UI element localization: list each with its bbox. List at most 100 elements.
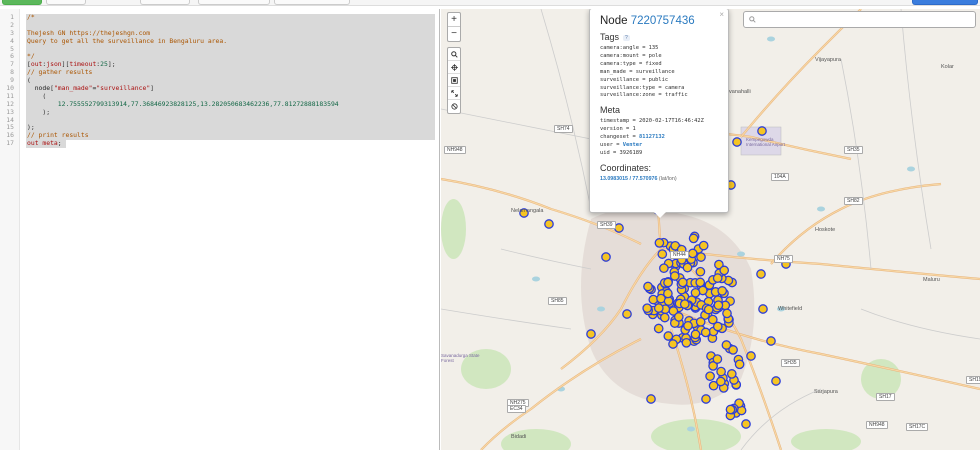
surveillance-marker[interactable]: [690, 287, 701, 298]
wizard-button[interactable]: [198, 0, 270, 5]
surveillance-marker[interactable]: [732, 137, 742, 147]
code-area[interactable]: 1/* 2 3 Thejesh GN https://thejeshgn.com 4 Qu…: [0, 13, 440, 149]
clear-data-button[interactable]: [448, 100, 460, 113]
surveillance-marker[interactable]: [687, 248, 698, 259]
surveillance-marker[interactable]: [771, 376, 781, 386]
surveillance-marker[interactable]: [690, 329, 701, 340]
node-id-link[interactable]: 7220757436: [631, 15, 695, 27]
meta-value[interactable]: Venter: [623, 142, 642, 148]
surveillance-marker[interactable]: [757, 126, 767, 136]
code-line[interactable]: 13 );: [0, 108, 440, 117]
map-search-box[interactable]: [743, 11, 976, 28]
surveillance-marker[interactable]: [654, 238, 665, 248]
major-road: [740, 9, 862, 138]
surveillance-marker[interactable]: [713, 300, 724, 311]
surveillance-marker[interactable]: [716, 366, 726, 377]
surveillance-marker[interactable]: [701, 394, 711, 404]
surveillance-marker[interactable]: [679, 299, 690, 309]
surveillance-marker[interactable]: [659, 263, 669, 274]
surveillance-marker[interactable]: [601, 252, 611, 262]
surveillance-marker[interactable]: [700, 327, 711, 338]
fit-bounds-button[interactable]: [448, 74, 460, 87]
code-line[interactable]: 5: [0, 45, 440, 54]
surveillance-marker[interactable]: [653, 323, 664, 334]
surveillance-marker[interactable]: [663, 331, 674, 341]
surveillance-marker[interactable]: [734, 359, 745, 370]
road-shield: SH17: [876, 393, 895, 401]
surveillance-marker[interactable]: [683, 320, 693, 331]
code-line[interactable]: 1/*: [0, 13, 440, 22]
surveillance-marker[interactable]: [673, 312, 684, 322]
minor-road: [441, 308, 572, 330]
surveillance-marker[interactable]: [695, 317, 706, 327]
surveillance-marker[interactable]: [722, 308, 732, 319]
surveillance-marker[interactable]: [712, 321, 723, 332]
surveillance-marker[interactable]: [741, 419, 751, 429]
surveillance-marker[interactable]: [721, 340, 732, 350]
surveillance-marker[interactable]: [622, 309, 632, 319]
code-line[interactable]: 10 node["man_made"="surveillance"]: [0, 84, 440, 93]
surveillance-marker[interactable]: [712, 354, 723, 364]
tags-help-badge[interactable]: ?: [623, 34, 630, 41]
surveillance-marker[interactable]: [663, 288, 673, 299]
surveillance-marker[interactable]: [695, 266, 706, 277]
fullscreen-button[interactable]: [448, 87, 460, 100]
surveillance-marker[interactable]: [677, 277, 688, 288]
query-editor[interactable]: 1/* 2 3 Thejesh GN https://thejeshgn.com 4 Qu…: [0, 9, 440, 450]
lake: [532, 276, 540, 282]
surveillance-marker[interactable]: [719, 265, 730, 276]
surveillance-marker[interactable]: [703, 304, 714, 315]
surveillance-marker[interactable]: [705, 371, 715, 382]
zoom-out-button[interactable]: −: [448, 27, 460, 41]
code-line[interactable]: 8// gather results: [0, 68, 440, 78]
surveillance-marker[interactable]: [586, 329, 596, 339]
surveillance-marker[interactable]: [696, 252, 706, 262]
surveillance-marker[interactable]: [643, 281, 653, 292]
surveillance-marker[interactable]: [726, 369, 737, 379]
surveillance-marker[interactable]: [646, 394, 656, 404]
export-button[interactable]: [140, 0, 190, 5]
map-view[interactable]: + − Vijayapura Devanahalli Kempegowda Inte…: [441, 9, 980, 450]
code-line[interactable]: 4 Query to get all the surveillance in Be…: [0, 37, 440, 46]
surveillance-marker[interactable]: [642, 303, 653, 314]
surveillance-marker[interactable]: [653, 303, 664, 313]
settings-button[interactable]: [912, 0, 978, 5]
search-tool-button[interactable]: [448, 48, 460, 61]
surveillance-marker[interactable]: [659, 312, 670, 323]
surveillance-marker[interactable]: [688, 233, 699, 244]
code-line[interactable]: 14: [0, 116, 440, 125]
surveillance-marker[interactable]: [717, 286, 728, 296]
code-token: // print results: [27, 131, 89, 140]
surveillance-marker[interactable]: [712, 273, 723, 283]
zoom-in-button[interactable]: +: [448, 13, 460, 27]
code-line[interactable]: 12 12.755552799313914,77.36846923828125,…: [0, 100, 440, 109]
surveillance-marker[interactable]: [682, 262, 693, 273]
surveillance-marker[interactable]: [766, 336, 776, 346]
close-icon[interactable]: ×: [719, 10, 724, 19]
surveillance-marker[interactable]: [681, 337, 692, 348]
surveillance-marker[interactable]: [698, 240, 709, 251]
surveillance-marker[interactable]: [725, 404, 736, 415]
surveillance-marker[interactable]: [695, 277, 706, 288]
surveillance-marker[interactable]: [668, 339, 678, 349]
code-line[interactable]: 16// print results: [0, 131, 440, 141]
locate-icon: [450, 63, 458, 71]
save-button[interactable]: [274, 0, 350, 5]
meta-value[interactable]: 81127132: [639, 134, 665, 140]
surveillance-marker[interactable]: [708, 380, 719, 391]
surveillance-marker[interactable]: [657, 249, 668, 259]
surveillance-marker[interactable]: [614, 223, 624, 233]
surveillance-marker[interactable]: [756, 269, 766, 279]
surveillance-marker[interactable]: [758, 304, 768, 314]
surveillance-marker[interactable]: [663, 277, 673, 288]
surveillance-marker[interactable]: [669, 271, 680, 281]
run-button[interactable]: [2, 0, 42, 5]
coords-link[interactable]: 13.0983015 / 77.570976: [600, 176, 657, 182]
share-button[interactable]: [46, 0, 86, 5]
surveillance-marker[interactable]: [544, 219, 554, 229]
map-search-input[interactable]: [760, 14, 970, 26]
surveillance-marker[interactable]: [746, 351, 756, 361]
surveillance-marker[interactable]: [648, 294, 659, 305]
locate-button[interactable]: [448, 61, 460, 74]
code-line[interactable]: 17 out meta;: [0, 139, 440, 149]
